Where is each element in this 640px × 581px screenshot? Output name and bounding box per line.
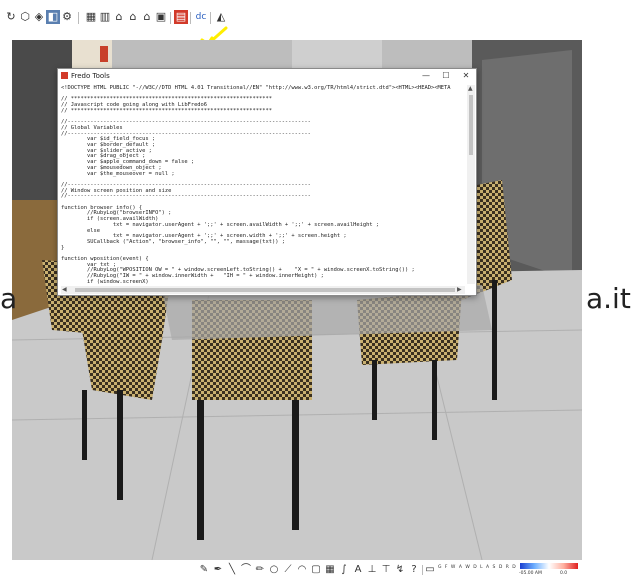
horizontal-scroll-thumb[interactable]: [75, 288, 455, 292]
toolbar-divider: [422, 565, 423, 575]
grid-icon[interactable]: ▦: [84, 10, 98, 24]
fredo-tools-dialog: Fredo Tools — ☐ ✕ <!DOCTYPE HTML PUBLIC …: [57, 68, 477, 296]
toolbar-divider: [78, 12, 79, 24]
vertical-scroll-thumb[interactable]: [469, 95, 473, 155]
watermark-right: a.it: [586, 282, 631, 315]
code-line: if (window.screenX): [61, 278, 149, 284]
code-line: var $the_mouseover = null ;: [61, 170, 175, 177]
diagonal-icon[interactable]: ⟋: [282, 564, 294, 576]
toolbar-divider: [190, 12, 191, 24]
code-line: }: [61, 244, 65, 251]
cube-icon[interactable]: ◈: [32, 10, 46, 24]
shadow-legend: G F W A W D L A S D R D: [438, 565, 517, 570]
dialog-title: Fredo Tools: [71, 72, 110, 80]
app-icon: [61, 72, 68, 79]
maximize-button[interactable]: ☐: [438, 70, 454, 82]
tool-icon[interactable]: ⚙: [60, 10, 74, 24]
code-line: txt = navigator.userAgent + ';;' + scree…: [61, 221, 380, 228]
eraser-icon[interactable]: ▭: [424, 564, 436, 576]
close-button[interactable]: ✕: [458, 70, 474, 82]
scroll-right-icon[interactable]: ▶: [457, 286, 462, 294]
chart-icon[interactable]: ◭: [214, 10, 228, 24]
edit-icon[interactable]: ✏: [254, 564, 266, 576]
rotate-icon[interactable]: ↻: [4, 10, 18, 24]
brush-icon[interactable]: ✎: [198, 564, 210, 576]
curve2-icon[interactable]: ∫: [338, 564, 350, 576]
text-icon[interactable]: A: [352, 564, 364, 576]
watermark-left: a: [0, 282, 18, 315]
code-line: SUCallback ("Action", "browser_info", ""…: [61, 238, 285, 245]
toolbar-divider: [210, 12, 211, 24]
code-view[interactable]: <!DOCTYPE HTML PUBLIC "-//W3C//DTD HTML …: [61, 85, 465, 284]
main-toolbar: ↻ ⬡ ◈ ◧ ⚙ ▦ ▥ ⌂ ⌂ ⌂ ▣ ▤ dc ◭: [0, 0, 640, 46]
house-outline-icon[interactable]: ⌂: [126, 10, 140, 24]
home-icon[interactable]: ⌂: [112, 10, 126, 24]
gradient-max-label: 0.0: [560, 571, 568, 576]
horizontal-scrollbar[interactable]: ◀ ▶: [61, 286, 465, 294]
pen-icon[interactable]: ✒: [212, 564, 224, 576]
minimize-button[interactable]: —: [418, 70, 434, 82]
gradient-min-label: -05.00 AM: [519, 571, 542, 576]
arc-icon[interactable]: ◠: [296, 564, 308, 576]
building-icon[interactable]: ▥: [98, 10, 112, 24]
grid-square-icon[interactable]: ▦: [324, 564, 336, 576]
toolbar-divider: [170, 12, 171, 24]
store-icon[interactable]: ⌂: [140, 10, 154, 24]
scroll-up-icon[interactable]: ▲: [468, 85, 473, 93]
arrow-icon[interactable]: ↯: [394, 564, 406, 576]
code-line: <!DOCTYPE HTML PUBLIC "-//W3C//DTD HTML …: [61, 85, 451, 91]
code-line: //--------------------------------------…: [61, 193, 311, 200]
layer-icon[interactable]: ◧: [46, 10, 60, 24]
box-icon[interactable]: ▢: [310, 564, 322, 576]
ruler-icon[interactable]: ⊤: [380, 564, 392, 576]
dialog-titlebar[interactable]: Fredo Tools — ☐ ✕: [58, 69, 476, 83]
help-icon[interactable]: ?: [408, 564, 420, 576]
pin-icon[interactable]: ⊥: [366, 564, 378, 576]
code-line: // *************************************…: [61, 107, 272, 114]
red-box-icon[interactable]: ▤: [174, 10, 188, 24]
bottom-toolbar: ✎ ✒ ╲ ⌒ ✏ ○ ⟋ ◠ ▢ ▦ ∫ A ⊥ ⊤ ↯ ? ▭ G F W …: [0, 560, 640, 581]
shed-icon[interactable]: ▣: [154, 10, 168, 24]
fredo-tools-icon[interactable]: dc: [194, 10, 208, 24]
vertical-scrollbar[interactable]: ▲: [467, 85, 475, 284]
polygon-icon[interactable]: ⬡: [18, 10, 32, 24]
line-icon[interactable]: ╲: [226, 564, 238, 576]
shadow-gradient-slider[interactable]: [520, 563, 578, 569]
circle-icon[interactable]: ○: [268, 564, 280, 576]
scroll-left-icon[interactable]: ◀: [62, 286, 67, 294]
curve-icon[interactable]: ⌒: [240, 564, 252, 576]
